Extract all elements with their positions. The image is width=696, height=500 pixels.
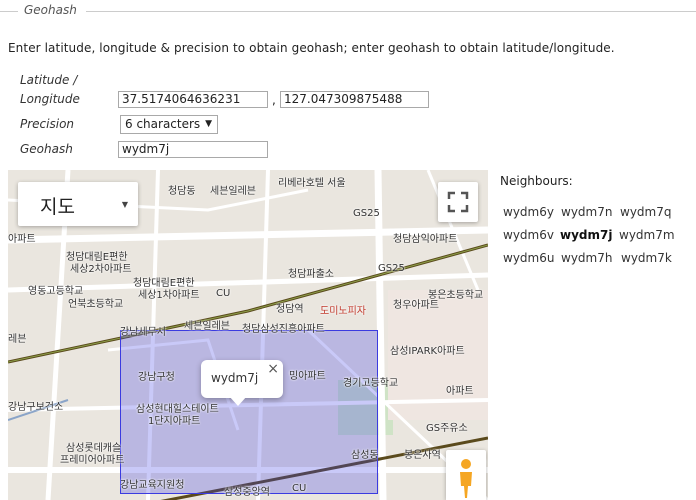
map-label: 강남세무서 [120,327,166,338]
map-label: 아파트 [446,386,474,397]
map-label: CU [216,288,231,299]
map-label: 세븐일레븐 [184,321,230,332]
map-label: 청담파출소 [288,269,334,280]
map-label: 프레미어아파트 [60,455,125,466]
geohash-label: Geohash [20,142,73,156]
fieldset-border [86,11,696,12]
map-label: 강남구보건소 [8,402,64,413]
map-label: 청담동 [168,186,196,197]
map-label: CU [292,483,307,494]
map-label: 봉은사역 [404,450,441,461]
latitude-input[interactable]: 37.5174064636231 [118,91,268,108]
precision-value: 6 characters [125,117,201,131]
neighbour-cell-nw: wydm6y [503,205,554,219]
map-label: 삼성동 [351,450,379,461]
map-label: 아파트 [8,234,36,245]
map-label: 청담삼성진흥아파트 [242,324,325,335]
close-icon[interactable]: × [267,361,279,377]
map-label: 강남구청 [138,372,175,383]
intro-text: Enter latitude, longitude & precision to… [8,41,615,55]
map-label: 밍아파트 [289,371,326,382]
map-type-label: 지도 [40,196,75,218]
neighbour-cell-center: wydm7j [560,228,613,242]
map-type-dropdown[interactable]: 지도 ▼ [18,182,138,226]
map-label: GS주유소 [426,423,468,434]
neighbour-cell-e: wydm7m [619,228,675,242]
map-label: 세상1차아파트 [138,290,200,301]
latlon-label-line2: Longitude [20,92,80,106]
info-window-text: wydm7j [211,371,259,385]
map-label: 언북초등학교 [68,299,124,310]
map-label: 경기고등학교 [343,378,399,389]
info-window-tail [229,396,247,406]
map-label: 청담삼익아파트 [393,234,458,245]
map-label: GS25 [353,208,380,219]
map-label: 세상2차아파트 [70,264,132,275]
neighbour-cell-ne: wydm7q [620,205,672,219]
info-window: wydm7j × [201,360,283,406]
map-label: 리베라호텔 서울 [278,178,346,189]
neighbour-cell-se: wydm7k [621,251,672,265]
map-label: 삼성IPARK아파트 [390,346,465,357]
map-view[interactable]: 청담동 세븐일레븐 리베라호텔 서울 GS25 청담삼익아파트 청담대림E편한 … [8,170,488,500]
map-label: 1단지아파트 [148,416,201,427]
map-label: GS25 [378,263,405,274]
chevron-down-icon: ▼ [121,200,128,209]
neighbour-cell-n: wydm7n [561,205,613,219]
latlon-label-line1: Latitude / [20,73,78,87]
map-label: 세븐일레븐 [210,186,256,197]
map-label: 도미노피자 [320,306,366,317]
neighbours-title: Neighbours: [500,174,573,188]
neighbour-cell-sw: wydm6u [503,251,555,265]
fullscreen-button[interactable] [438,182,478,222]
precision-label: Precision [20,117,75,131]
pegman-icon [460,459,472,498]
dropdown-arrow-icon: ▼ [205,119,212,129]
fullscreen-icon [447,191,469,213]
section-legend: Geohash [24,3,77,17]
map-label: 청우아파트 [393,300,439,311]
neighbour-cell-s: wydm7h [561,251,613,265]
geohash-input[interactable]: wydm7j [118,141,268,158]
fieldset-border [0,11,18,12]
map-label: 강남교육지원청 [120,480,185,491]
latlon-separator: , [272,93,276,107]
map-label: 레븐 [8,334,27,345]
longitude-input[interactable]: 127.047309875488 [280,91,429,108]
map-label: 청담역 [276,304,304,315]
map-label: 삼성중앙역 [224,487,270,498]
street-view-pegman-button[interactable] [446,450,486,500]
neighbour-cell-w: wydm6v [503,228,554,242]
precision-select[interactable]: 6 characters ▼ [120,115,218,134]
